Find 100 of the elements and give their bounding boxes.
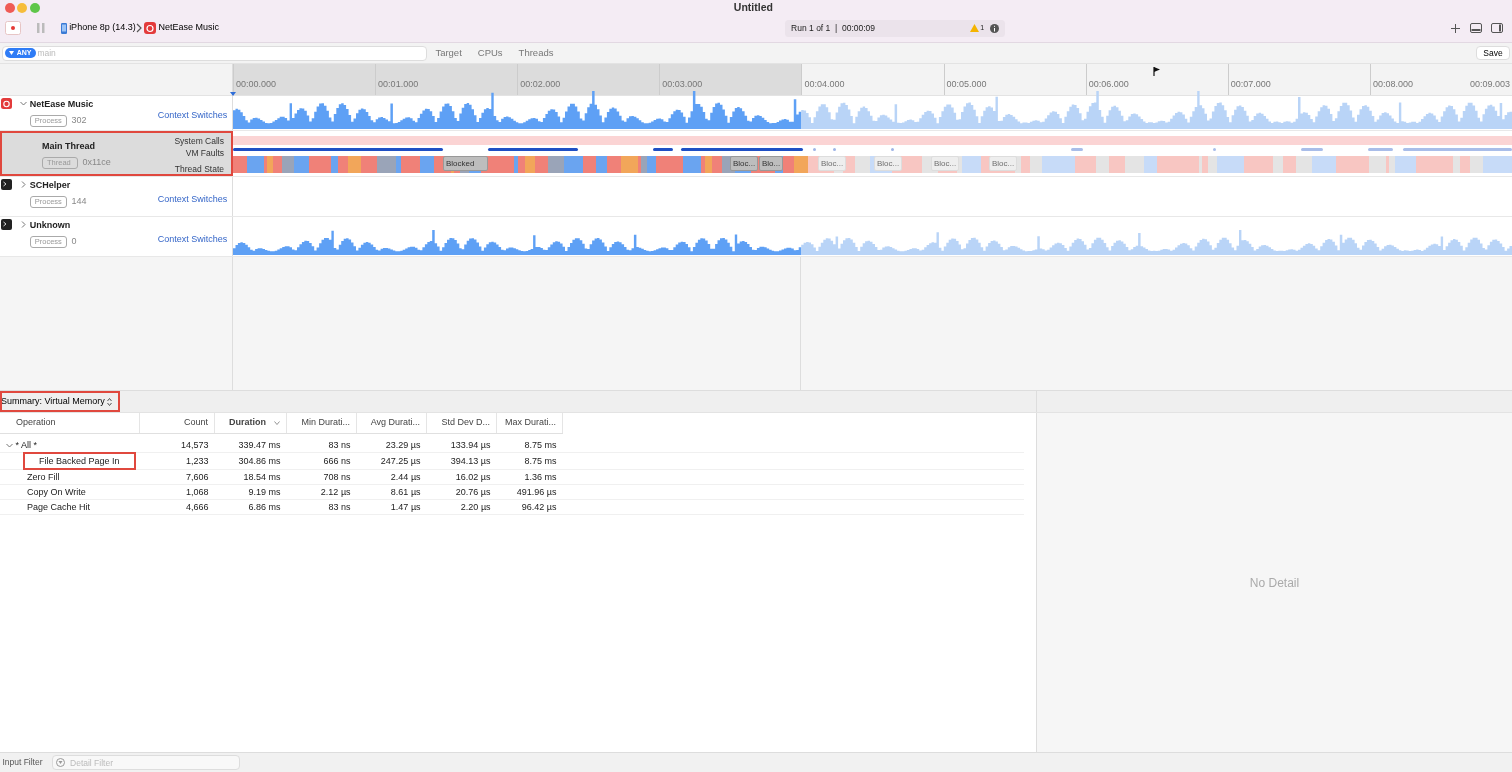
- table-cell: 2.44 µs: [390, 472, 421, 482]
- table-cell: 23.29 µs: [385, 440, 421, 450]
- process-name: SCHelper: [29, 179, 72, 193]
- filter-icon: [56, 758, 66, 767]
- thread-state-label: Bloc...: [730, 156, 759, 171]
- filter-tab[interactable]: Target: [427, 45, 470, 61]
- table-cell: 1.47 µs: [390, 502, 421, 512]
- disclosure-chevron-icon[interactable]: [20, 181, 28, 189]
- time-tick-label: 00:08.000: [1372, 79, 1413, 89]
- process-name: Unknown: [29, 219, 72, 233]
- up-down-arrows-icon: [107, 397, 113, 406]
- vm-fault-marker: [891, 148, 894, 151]
- table-cell: 666 ns: [323, 456, 351, 466]
- operation-name: Copy On Write: [27, 486, 86, 498]
- target-app-selector[interactable]: NetEase Music: [144, 21, 219, 35]
- column-header[interactable]: Duration: [214, 413, 287, 433]
- table-cell: 2.20 µs: [460, 502, 491, 512]
- thread-state-label: Blo...: [759, 156, 784, 171]
- bottom-panel-icon[interactable]: [1469, 23, 1482, 33]
- table-cell: 20.76 µs: [455, 487, 491, 497]
- time-tick-label: 00:06.000: [1088, 79, 1129, 89]
- table-cell: 14,573: [181, 440, 209, 450]
- table-cell: 491.96 µs: [516, 487, 557, 497]
- column-header[interactable]: Std Dev D...: [426, 413, 497, 433]
- vm-fault-marker: [653, 148, 673, 151]
- chevron-right-icon: [135, 23, 142, 33]
- time-tick-label: 00:07.000: [1230, 79, 1271, 89]
- playhead-marker: [230, 92, 236, 96]
- lane-label[interactable]: System Calls: [174, 135, 224, 147]
- disclosure-chevron-icon[interactable]: [20, 100, 28, 108]
- thread-state-label: Blocked: [443, 156, 488, 171]
- lane-label[interactable]: Context Switches: [157, 232, 228, 247]
- summary-selector[interactable]: Summary: Virtual Memory: [0, 391, 121, 412]
- vm-fault-marker: [1213, 148, 1216, 151]
- lane-label[interactable]: Context Switches: [157, 109, 228, 123]
- column-header[interactable]: Avg Durati...: [356, 413, 427, 433]
- side-panel-icon[interactable]: [1491, 23, 1504, 33]
- table-cell: 8.61 µs: [390, 487, 421, 497]
- filter-tab[interactable]: CPUs: [469, 45, 511, 61]
- table-cell: 394.13 µs: [450, 456, 491, 466]
- time-tick-label: 00:00.000: [236, 79, 277, 89]
- close-button[interactable]: [4, 3, 15, 13]
- filter-icon: [9, 51, 15, 55]
- time-tick-label: 00:04.000: [804, 79, 845, 89]
- time-tick-label: 00:05.000: [946, 79, 987, 89]
- table-cell: 9.19 ms: [248, 487, 281, 497]
- vm-fault-marker: [833, 148, 836, 151]
- warning-icon: [970, 24, 980, 32]
- disclosure-chevron-icon[interactable]: [6, 441, 13, 449]
- table-cell: 4,666: [186, 502, 209, 512]
- table-cell: 2.12 µs: [320, 487, 351, 497]
- table-cell: 339.47 ms: [238, 440, 281, 450]
- app-icon: [1, 98, 12, 110]
- minimize-button[interactable]: [17, 3, 28, 13]
- filter-tab[interactable]: Threads: [510, 45, 562, 61]
- device-selector[interactable]: iPhone 8p (14.3): [60, 21, 136, 35]
- run-status: Run 1 of 1 | 00:00:09: [791, 21, 877, 35]
- save-button[interactable]: Save: [1476, 46, 1510, 60]
- app-icon: [144, 22, 157, 34]
- time-tick-label: 00:02.000: [520, 79, 561, 89]
- empty-detail-message: No Detail: [1249, 574, 1300, 592]
- input-filter-label: Input Filter: [2, 756, 43, 769]
- table-cell: 18.54 ms: [243, 472, 281, 482]
- column-header[interactable]: Max Durati...: [496, 413, 563, 433]
- vm-fault-marker: [1368, 148, 1393, 151]
- table-cell: 7,606: [186, 472, 209, 482]
- table-cell: 96.42 µs: [521, 502, 557, 512]
- table-cell: 1,233: [186, 456, 209, 466]
- lane-label[interactable]: Thread State: [174, 163, 224, 175]
- column-header[interactable]: Min Durati...: [286, 413, 357, 433]
- time-tick-label: 00:03.000: [662, 79, 703, 89]
- lane-label[interactable]: VM Faults: [174, 147, 224, 159]
- thread-state-label: Bloc...: [989, 156, 1018, 171]
- operation-name: Zero Fill: [27, 471, 60, 483]
- table-cell: 1,068: [186, 487, 209, 497]
- lane-label[interactable]: Context Switches: [157, 192, 228, 207]
- sort-caret-icon: [274, 420, 281, 425]
- vm-fault-marker: [813, 148, 816, 151]
- operation-name: File Backed Page In: [25, 454, 134, 468]
- process-id: 0: [71, 235, 77, 249]
- table-cell: 16.02 µs: [455, 472, 491, 482]
- flag-icon[interactable]: [1153, 67, 1161, 76]
- table-cell: 133.94 µs: [450, 440, 491, 450]
- disclosure-chevron-icon[interactable]: [20, 221, 28, 229]
- table-cell: 247.25 µs: [380, 456, 421, 466]
- pause-button[interactable]: [36, 23, 45, 33]
- column-header[interactable]: Operation: [0, 413, 140, 433]
- terminal-icon: [1, 219, 12, 231]
- info-icon: [990, 23, 1000, 33]
- add-icon[interactable]: [1451, 23, 1461, 33]
- vm-fault-marker: [1071, 148, 1083, 151]
- record-button[interactable]: [4, 21, 21, 35]
- zoom-button[interactable]: [29, 3, 40, 13]
- table-cell: 8.75 ms: [524, 456, 557, 466]
- thread-state-label: Bloc...: [931, 156, 960, 171]
- phone-icon: [60, 22, 67, 34]
- time-tick-label: 00:01.000: [378, 79, 419, 89]
- terminal-icon: [1, 179, 12, 191]
- process-name: NetEase Music: [29, 98, 94, 112]
- column-header[interactable]: Count: [139, 413, 215, 433]
